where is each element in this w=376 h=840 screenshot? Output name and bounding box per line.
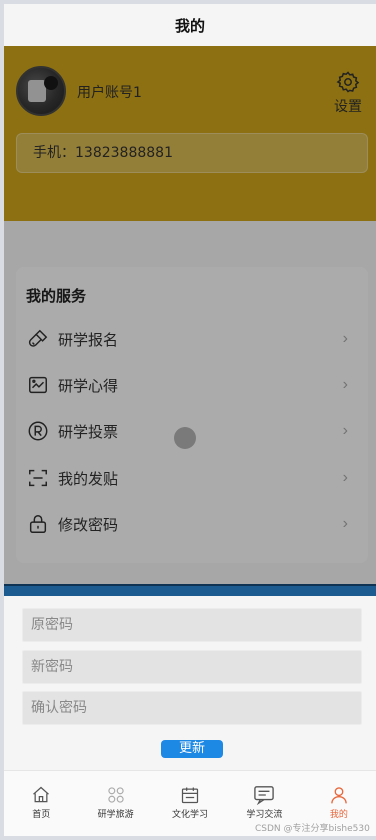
old-password-field[interactable] [22, 608, 362, 642]
modal-overlay[interactable] [4, 46, 376, 586]
tab-label: 我的 [329, 810, 348, 820]
new-password-field[interactable] [22, 650, 362, 684]
tab-home[interactable]: 首页 [4, 771, 78, 836]
password-sheet: 更新 [4, 596, 376, 770]
nav-bar: 我的 [4, 4, 376, 46]
grid-icon [107, 787, 124, 803]
tab-label: 研学旅游 [97, 810, 134, 820]
chat-icon [254, 786, 275, 805]
tab-culture[interactable]: 文化学习 [153, 771, 227, 836]
tab-label: 学习交流 [246, 810, 283, 820]
calendar-icon [181, 787, 199, 804]
app-screen: 我的 用户账号1 设置 手机：13823888881 我的服务 研学报名 › 研… [4, 4, 376, 836]
sheet-divider [4, 584, 376, 596]
watermark: CSDN @专注分享bishe530 [255, 824, 370, 834]
tab-label: 文化学习 [172, 810, 209, 820]
user-icon [331, 787, 347, 804]
confirm-password-field[interactable] [22, 691, 362, 725]
home-icon [33, 786, 50, 803]
page-title: 我的 [174, 16, 205, 35]
tab-travel[interactable]: 研学旅游 [78, 771, 152, 836]
update-button[interactable]: 更新 [161, 740, 223, 758]
loading-spinner [174, 427, 196, 449]
tab-label: 首页 [32, 810, 51, 820]
